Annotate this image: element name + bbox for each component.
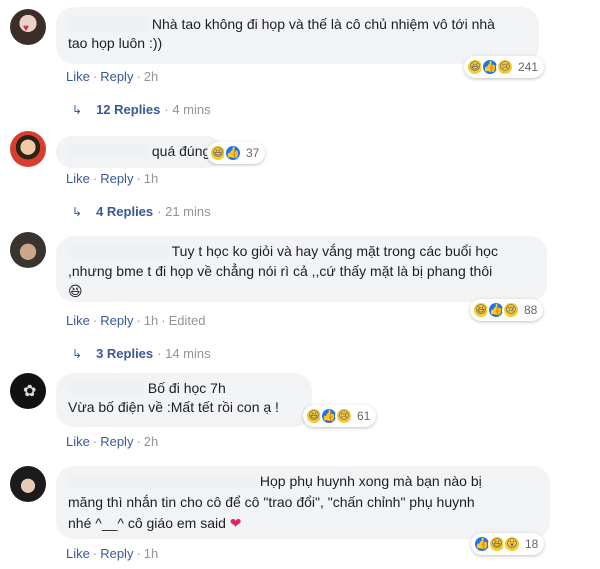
like-link[interactable]: Like — [66, 313, 90, 328]
reply-arrow-icon: ↳ — [72, 346, 83, 361]
heart-icon: ♥ — [23, 23, 29, 34]
author-name-redacted[interactable] — [68, 244, 168, 258]
replies-count[interactable]: 3 Replies — [96, 346, 153, 361]
reply-arrow-icon: ↳ — [72, 102, 83, 117]
reaction-count: 61 — [357, 409, 371, 423]
comment-text: nhé ^__^ cô giáo em said — [68, 515, 226, 531]
replies-count[interactable]: 4 Replies — [96, 204, 153, 219]
comment-actions: Like · Reply · 2h — [66, 69, 159, 84]
timestamp[interactable]: 1h — [144, 546, 158, 561]
author-name-redacted[interactable] — [68, 381, 144, 395]
timestamp[interactable]: 1h — [144, 313, 158, 328]
like-link[interactable]: Like — [66, 69, 90, 84]
comment-actions: Like · Reply · 2h — [66, 434, 159, 449]
avatar[interactable]: ✿ — [10, 373, 46, 409]
comment-bubble: Họp phụ huynh xong mà bạn nào bị măng th… — [56, 466, 550, 539]
replies-count[interactable]: 12 Replies — [96, 102, 160, 117]
comment-actions: Like · Reply · 1h · Edited — [66, 313, 206, 328]
author-name-redacted[interactable] — [68, 474, 256, 488]
reply-link[interactable]: Reply — [100, 313, 133, 328]
comment-actions: Like · Reply · 1h — [66, 546, 159, 561]
reaction-count: 18 — [525, 537, 539, 551]
timestamp[interactable]: 2h — [144, 434, 158, 449]
comment-text: ,nhưng bme t đi họp về chẳng nói rì cả ,… — [68, 263, 493, 279]
replies-time: 21 mins — [165, 204, 211, 219]
replies-time: 14 mins — [165, 346, 211, 361]
comment-text: Bố đi học 7h — [147, 380, 226, 396]
avatar[interactable] — [10, 466, 46, 502]
reaction-summary[interactable]: 😆 👍 😢 88 — [470, 299, 544, 321]
reply-link[interactable]: Reply — [100, 434, 133, 449]
reply-link[interactable]: Reply — [100, 546, 133, 561]
comment-text: tao họp luôn :)) — [68, 35, 163, 51]
reaction-summary[interactable]: 😆 👍 😢 241 — [464, 56, 545, 78]
comment-text: quá đúng — [151, 143, 211, 159]
haha-emoji-icon: 😆 — [68, 283, 83, 299]
sad-emoji-icon: 😢 — [496, 58, 514, 76]
comment-text: Tuy t học ko giỏi và hay vắng mặt trong … — [171, 243, 498, 259]
comment-text: Vừa bố điện về :Mất tết rồi con ạ ! — [68, 399, 279, 415]
reaction-count: 241 — [518, 60, 539, 74]
thumbs-up-icon: 👍 — [224, 144, 242, 162]
view-replies-link[interactable]: ↳ 4 Replies · 21 mins — [72, 204, 211, 219]
edited-label[interactable]: Edited — [169, 313, 206, 328]
reaction-summary[interactable]: 😆 👍 37 — [207, 142, 266, 164]
timestamp[interactable]: 1h — [144, 171, 158, 186]
author-name-redacted[interactable] — [68, 17, 148, 31]
reply-link[interactable]: Reply — [100, 69, 133, 84]
like-link[interactable]: Like — [66, 434, 90, 449]
wow-emoji-icon: 😮 — [503, 535, 521, 553]
comment-bubble: quá đúng — [56, 136, 223, 168]
sad-emoji-icon: 😢 — [335, 407, 353, 425]
comment-text: Nhà tao không đi họp và thế là cô chủ nh… — [151, 16, 495, 32]
replies-time: 4 mins — [172, 102, 211, 117]
sad-emoji-icon: 😢 — [502, 301, 520, 319]
reaction-summary[interactable]: 👍 😆 😮 18 — [471, 533, 545, 555]
timestamp[interactable]: 2h — [144, 69, 158, 84]
like-link[interactable]: Like — [66, 171, 90, 186]
reaction-summary[interactable]: 😆 👍 😢 61 — [303, 405, 377, 427]
avatar[interactable]: ♥ — [10, 9, 46, 45]
comment-text: măng thì nhắn tin cho cô để cô "trao đổi… — [68, 494, 475, 510]
comment-text: Họp phụ huynh xong mà bạn nào bị — [259, 473, 482, 489]
reaction-count: 88 — [524, 303, 538, 317]
reply-arrow-icon: ↳ — [72, 204, 83, 219]
author-name-redacted[interactable] — [68, 144, 148, 158]
view-replies-link[interactable]: ↳ 3 Replies · 14 mins — [72, 346, 211, 361]
comment-actions: Like · Reply · 1h — [66, 171, 159, 186]
comment-bubble: Bố đi học 7h Vừa bố điện về :Mất tết rồi… — [56, 373, 312, 427]
like-link[interactable]: Like — [66, 546, 90, 561]
reaction-count: 37 — [246, 146, 260, 160]
comment-bubble: Nhà tao không đi họp và thế là cô chủ nh… — [56, 7, 539, 64]
avatar[interactable] — [10, 232, 46, 268]
comment-bubble: Tuy t học ko giỏi và hay vắng mặt trong … — [56, 236, 547, 302]
avatar[interactable] — [10, 131, 46, 167]
heart-icon: ❤ — [229, 515, 242, 531]
view-replies-link[interactable]: ↳ 12 Replies · 4 mins — [72, 102, 211, 117]
reply-link[interactable]: Reply — [100, 171, 133, 186]
